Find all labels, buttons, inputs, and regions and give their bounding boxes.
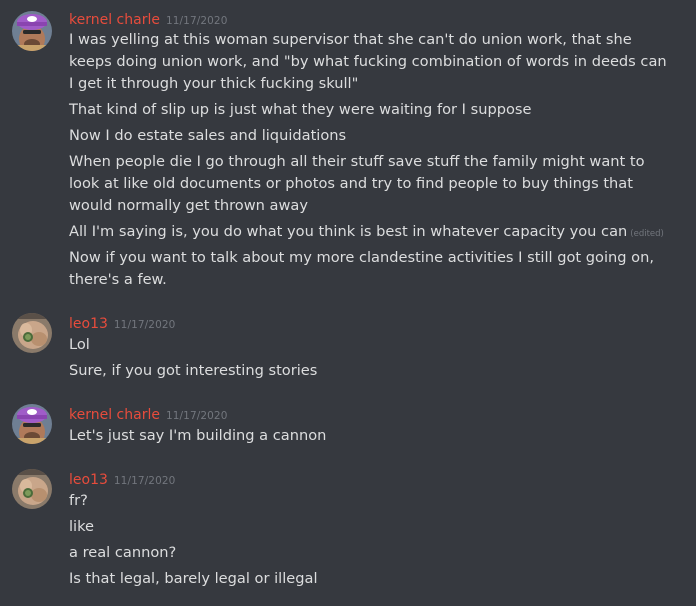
username[interactable]: leo13 [69, 472, 108, 488]
message-header: leo13 11/17/2020 [69, 469, 175, 488]
timestamp[interactable]: 11/17/2020 [114, 475, 176, 487]
message-text: Lol [69, 336, 90, 353]
message-text: fr? [69, 492, 88, 509]
message-text: Sure, if you got interesting stories [69, 362, 318, 379]
avatar[interactable] [12, 404, 52, 444]
username[interactable]: leo13 [69, 316, 108, 332]
avatar[interactable] [12, 313, 52, 353]
message-text: I was yelling at this woman supervisor t… [69, 31, 667, 92]
message-text: a real cannon? [69, 544, 177, 561]
message-text: That kind of slip up is just what they w… [69, 101, 532, 118]
message-header: leo13 11/17/2020 [69, 313, 175, 332]
timestamp[interactable]: 11/17/2020 [166, 15, 228, 27]
purple-cap-avatar-icon [12, 11, 52, 51]
avatar[interactable] [12, 469, 52, 509]
purple-cap-avatar-icon [12, 404, 52, 444]
timestamp[interactable]: 11/17/2020 [114, 319, 176, 331]
message-text: Now I do estate sales and liquidations [69, 127, 347, 144]
hand-ring-avatar-icon [12, 313, 52, 353]
message-text: Now if you want to talk about my more cl… [69, 249, 655, 288]
message-text-edited: All I'm saying is, you do what you think… [69, 221, 669, 245]
message-text: When people die I go through all their s… [69, 153, 645, 214]
avatar[interactable] [12, 11, 52, 51]
timestamp[interactable]: 11/17/2020 [166, 410, 228, 422]
message-text: Let's just say I'm building a cannon [69, 427, 327, 444]
username[interactable]: kernel charle [69, 12, 160, 28]
chat-messages: kernel charle 11/17/2020 I was yelling at… [0, 0, 696, 606]
message-text: All I'm saying is, you do what you think… [69, 223, 628, 240]
username[interactable]: kernel charle [69, 407, 160, 423]
message-header: kernel charle 11/17/2020 [69, 9, 228, 28]
hand-ring-avatar-icon [12, 469, 52, 509]
message-text: like [69, 518, 95, 535]
message-text: Is that legal, barely legal or illegal [69, 570, 318, 587]
message-header: kernel charle 11/17/2020 [69, 404, 228, 423]
edited-label: (edited) [630, 229, 664, 239]
